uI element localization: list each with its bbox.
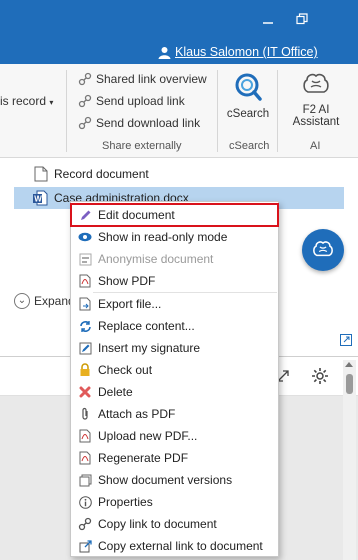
menu-item-check-out[interactable]: Check out: [71, 359, 278, 381]
menu-item-label: Properties: [98, 495, 153, 509]
menu-item-delete[interactable]: Delete: [71, 381, 278, 403]
csearch-icon: [235, 73, 262, 101]
pdf-icon: [78, 451, 92, 465]
restore-icon[interactable]: [292, 10, 312, 30]
send-upload-link-button[interactable]: Send upload link: [78, 94, 185, 108]
ribbon: is record ▾ Shared link overview Send up…: [0, 64, 358, 158]
title-bar: Klaus Salomon (IT Office): [0, 0, 358, 64]
menu-item-show-pdf[interactable]: Show PDF: [71, 270, 278, 292]
list-item-record-document[interactable]: Record document: [14, 163, 149, 185]
word-document-icon: W: [33, 190, 48, 206]
user-icon: [158, 46, 171, 59]
replace-icon: [78, 319, 92, 333]
delete-icon: [78, 385, 92, 399]
info-icon: [78, 495, 92, 509]
ribbon-separator: [66, 70, 67, 152]
document-icon: [34, 166, 48, 182]
ai-assistant-fab[interactable]: [302, 229, 344, 271]
expand-label: Expand: [34, 294, 75, 308]
menu-item-anonymise-document[interactable]: Anonymise document: [71, 248, 278, 270]
menu-item-properties[interactable]: Properties: [71, 491, 278, 513]
ai-label-line1: F2 AI: [302, 104, 330, 116]
ribbon-separator: [277, 70, 278, 152]
menu-item-label: Insert my signature: [98, 341, 201, 355]
lock-icon: [78, 363, 92, 377]
menu-item-label: Attach as PDF: [98, 407, 176, 421]
shared-link-overview-button[interactable]: Shared link overview: [78, 72, 207, 86]
pencil-icon: [78, 208, 92, 222]
menu-item-label: Regenerate PDF: [98, 451, 189, 465]
pdf-icon: [78, 429, 92, 443]
minimize-icon[interactable]: [258, 10, 278, 30]
menu-item-show-read-only[interactable]: Show in read-only mode: [71, 226, 278, 248]
user-account-link[interactable]: Klaus Salomon (IT Office): [158, 45, 318, 59]
brain-icon: [313, 241, 333, 257]
menu-item-label: Export file...: [98, 297, 162, 311]
svg-text:W: W: [34, 195, 42, 204]
menu-item-upload-new-pdf[interactable]: Upload new PDF...: [71, 425, 278, 447]
popout-icon[interactable]: [340, 334, 352, 346]
chevron-down-icon: ⌄: [14, 293, 30, 309]
list-item-label: Record document: [54, 167, 149, 181]
menu-item-copy-external-link[interactable]: Copy external link to document: [71, 535, 278, 557]
menu-item-regenerate-pdf[interactable]: Regenerate PDF: [71, 447, 278, 469]
shared-link-overview-label: Shared link overview: [96, 72, 207, 86]
menu-item-label: Copy link to document: [98, 517, 217, 531]
csearch-label: cSearch: [226, 108, 270, 120]
menu-item-label: Anonymise document: [98, 252, 214, 266]
menu-item-label: Replace content...: [98, 319, 195, 333]
expand-button[interactable]: ⌄ Expand: [14, 293, 75, 309]
csearch-button[interactable]: cSearch: [223, 72, 273, 120]
link-icon: [78, 94, 92, 108]
menu-item-label: Show document versions: [98, 473, 233, 487]
ai-label-line2: Assistant: [292, 116, 340, 128]
versions-icon: [78, 473, 92, 487]
dropdown-arrow-icon: ▾: [49, 98, 54, 107]
link-icon: [78, 116, 92, 130]
vertical-scrollbar[interactable]: [343, 360, 356, 560]
scroll-up-arrow-icon[interactable]: [345, 362, 353, 367]
menu-item-label: Check out: [98, 363, 153, 377]
anonymise-icon: [78, 252, 92, 266]
menu-item-label: Copy external link to document: [98, 539, 263, 553]
external-link-icon: [78, 539, 92, 553]
copy-link-icon: [78, 517, 92, 531]
scrollbar-thumb[interactable]: [346, 374, 353, 394]
menu-item-export-file[interactable]: Export file...: [71, 293, 278, 315]
gear-icon[interactable]: [311, 367, 329, 385]
menu-item-label: Upload new PDF...: [98, 429, 198, 443]
menu-item-label: Show in read-only mode: [98, 230, 228, 244]
link-icon: [78, 72, 92, 86]
share-group-label: Share externally: [102, 140, 182, 152]
menu-item-label: Delete: [98, 385, 133, 399]
user-name[interactable]: Klaus Salomon (IT Office): [175, 45, 318, 59]
send-upload-link-label: Send upload link: [96, 94, 185, 108]
ribbon-partial-label: is record: [0, 94, 47, 108]
menu-item-copy-link[interactable]: Copy link to document: [71, 513, 278, 535]
menu-item-insert-signature[interactable]: Insert my signature: [71, 337, 278, 359]
menu-item-label: Show PDF: [98, 274, 156, 288]
menu-item-show-document-versions[interactable]: Show document versions: [71, 469, 278, 491]
menu-item-edit-document[interactable]: Edit document: [70, 203, 279, 227]
pdf-icon: [78, 274, 92, 288]
menu-item-label: Edit document: [98, 208, 175, 222]
f2-ai-assistant-button[interactable]: F2 AI Assistant: [286, 72, 346, 128]
context-menu: Edit document Show in read-only mode Ano…: [70, 201, 279, 557]
signature-icon: [78, 341, 92, 355]
menu-item-replace-content[interactable]: Replace content...: [71, 315, 278, 337]
ai-group-label: AI: [310, 140, 321, 152]
paperclip-icon: [78, 407, 92, 421]
export-icon: [78, 297, 92, 311]
ribbon-separator: [217, 70, 218, 152]
menu-item-attach-as-pdf[interactable]: Attach as PDF: [71, 403, 278, 425]
ribbon-partial-button[interactable]: is record ▾: [0, 94, 53, 108]
send-download-link-button[interactable]: Send download link: [78, 116, 200, 130]
csearch-group-label: cSearch: [229, 140, 270, 152]
eye-icon: [78, 230, 92, 244]
brain-icon: [303, 73, 329, 93]
send-download-link-label: Send download link: [96, 116, 201, 130]
